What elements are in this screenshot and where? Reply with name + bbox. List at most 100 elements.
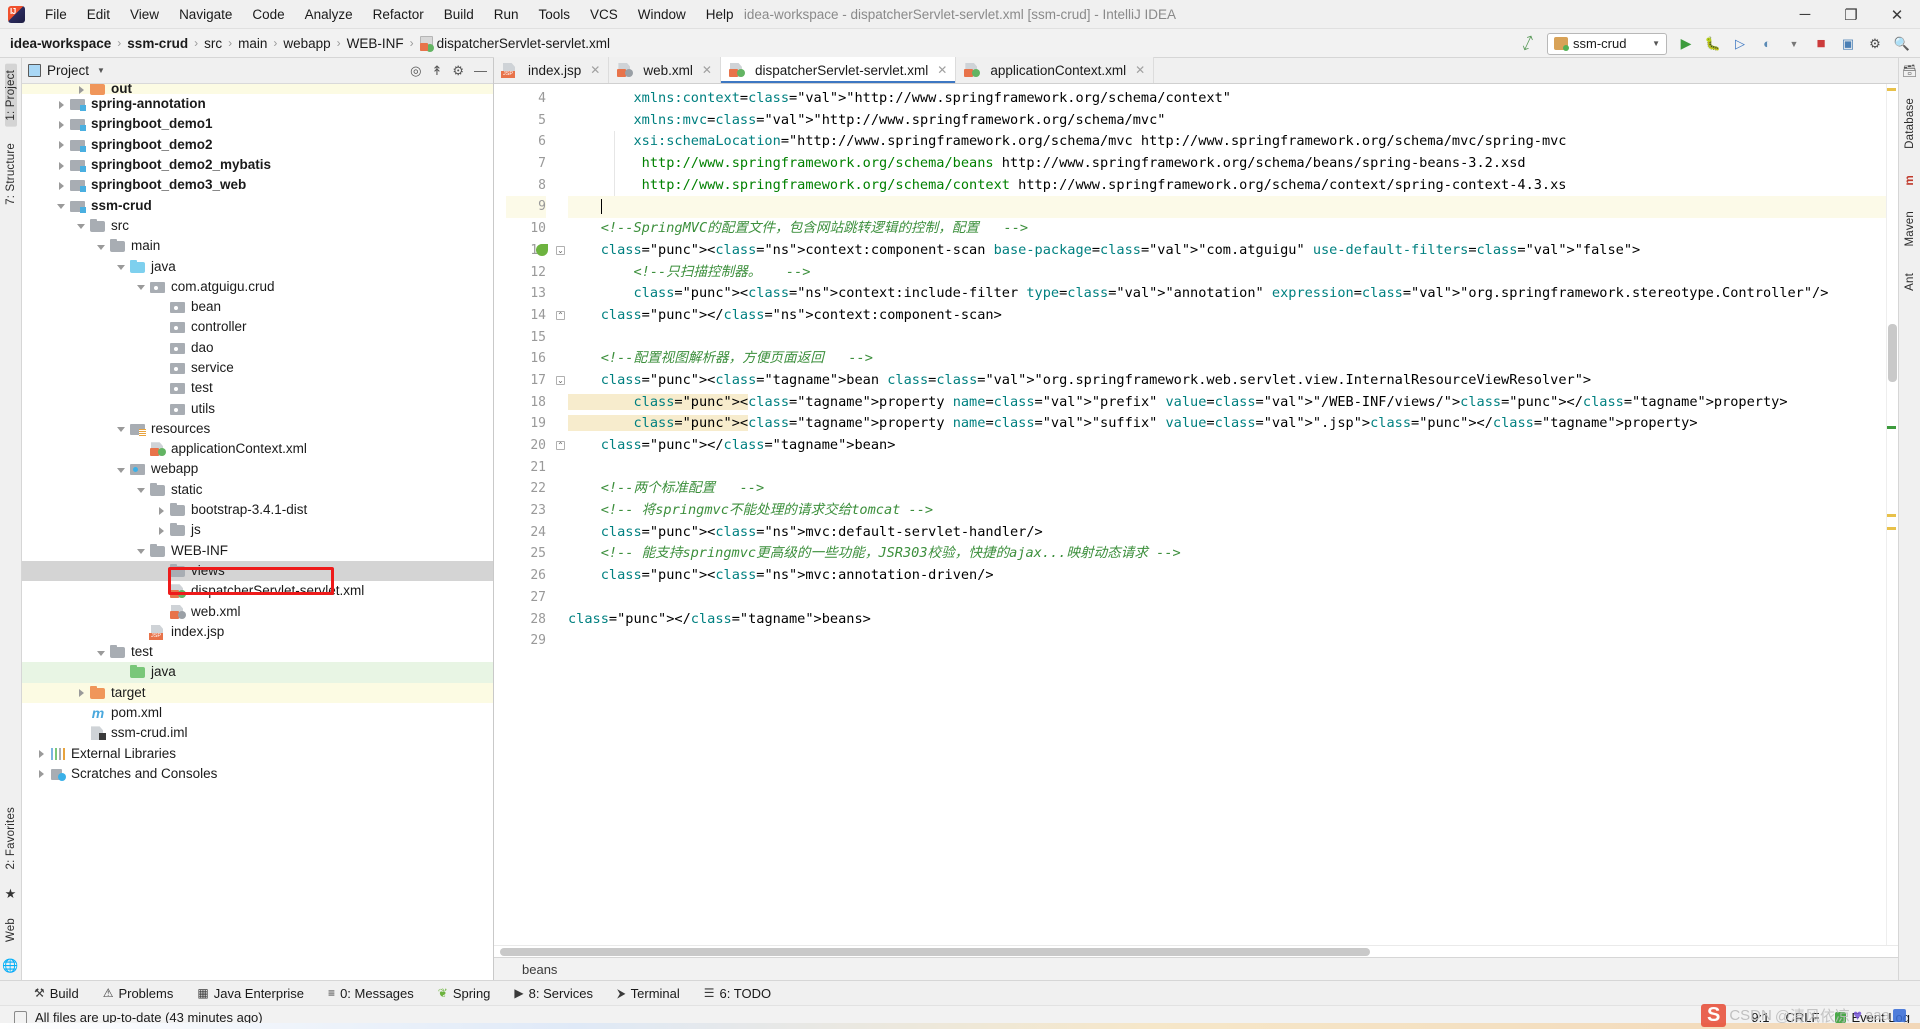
chevron-right-icon[interactable] <box>156 525 167 536</box>
run-button[interactable]: ▶ <box>1674 32 1698 56</box>
tree-node-ssm-crud[interactable]: ssm-crud <box>22 195 493 215</box>
tool-window-6-todo[interactable]: ☰ 6: TODO <box>692 986 783 1001</box>
chevron-right-icon[interactable] <box>56 180 67 191</box>
tree-node-out[interactable]: out <box>22 84 493 96</box>
tree-node-springboot-demo2-mybatis[interactable]: springboot_demo2_mybatis <box>22 155 493 175</box>
scrollbar-thumb[interactable] <box>1888 324 1897 382</box>
menu-tools[interactable]: Tools <box>529 4 581 25</box>
maximize-button[interactable]: ❐ <box>1828 0 1874 29</box>
editor-tab-applicationcontext-xml[interactable]: applicationContext.xml ✕ <box>956 57 1155 83</box>
code-line[interactable]: class="punc"><class="tagname">bean class… <box>568 370 1898 392</box>
menu-view[interactable]: View <box>120 4 169 25</box>
menu-file[interactable]: File <box>35 4 77 25</box>
update-project-icon[interactable]: ▣ <box>1836 32 1860 56</box>
chevron-down-icon[interactable] <box>76 220 87 231</box>
chevron-right-icon[interactable] <box>56 99 67 110</box>
tree-node-external-libraries[interactable]: External Libraries <box>22 744 493 764</box>
settings-gear-icon[interactable]: ⚙ <box>1863 32 1887 56</box>
tree-node-js[interactable]: js <box>22 520 493 540</box>
code-line[interactable]: xmlns:mvc=class="val">"http://www.spring… <box>568 110 1898 132</box>
tool-window-java-enterprise[interactable]: ▦ Java Enterprise <box>185 986 316 1001</box>
spring-bean-gutter-icon[interactable] <box>536 243 548 256</box>
chevron-right-icon[interactable] <box>56 160 67 171</box>
sidebar-item-web[interactable]: Web <box>5 912 17 948</box>
profile-button[interactable]: ◐ <box>1755 32 1779 56</box>
code-line[interactable] <box>568 196 1898 219</box>
code-line[interactable]: class="punc"><class="ns">mvc:annotation-… <box>568 565 1898 587</box>
tree-node-com-atguigu-crud[interactable]: com.atguigu.crud <box>22 277 493 297</box>
sidebar-item-ant[interactable]: Ant <box>1904 267 1916 297</box>
close-icon[interactable]: ✕ <box>590 63 600 77</box>
attach-profiler-button[interactable]: ▼ <box>1782 32 1806 56</box>
menu-analyze[interactable]: Analyze <box>295 4 363 25</box>
hide-panel-icon[interactable]: — <box>474 63 487 78</box>
tree-node-scratches-and-consoles[interactable]: Scratches and Consoles <box>22 764 493 784</box>
tree-node-bean[interactable]: bean <box>22 297 493 317</box>
editor-scrollbar[interactable] <box>1886 84 1898 945</box>
collapse-all-icon[interactable]: ↟ <box>431 63 442 79</box>
breadcrumb-item-webapp[interactable]: webapp <box>283 36 330 51</box>
sidebar-item-project[interactable]: 1: Project <box>4 64 17 127</box>
breadcrumb-item-src[interactable]: src <box>204 36 222 51</box>
chevron-down-icon[interactable] <box>136 281 147 292</box>
editor-tab-web-xml[interactable]: web.xml ✕ <box>609 57 721 83</box>
code-line[interactable]: class="punc"><class="tagname">property n… <box>568 392 1898 414</box>
code-line[interactable]: class="punc"><class="ns">context:include… <box>568 283 1898 305</box>
chevron-right-icon[interactable] <box>56 139 67 150</box>
tree-node-test[interactable]: test <box>22 642 493 662</box>
tree-node-java[interactable]: java <box>22 662 493 683</box>
menu-run[interactable]: Run <box>484 4 529 25</box>
chevron-right-icon[interactable] <box>36 768 47 779</box>
sidebar-item-maven[interactable]: Maven <box>1904 205 1916 253</box>
sidebar-item-structure[interactable]: 7: Structure <box>5 137 17 211</box>
tree-node-webapp[interactable]: webapp <box>22 459 493 479</box>
tool-window-terminal[interactable]: ⮞ Terminal <box>605 986 692 1001</box>
editor-tab-dispatcherservlet-servlet-xml[interactable]: dispatcherServlet-servlet.xml ✕ <box>720 57 957 83</box>
tree-node-src[interactable]: src <box>22 216 493 236</box>
fold-toggle-icon[interactable]: ⌃ <box>556 311 565 320</box>
tree-node-springboot-demo1[interactable]: springboot_demo1 <box>22 114 493 134</box>
stop-button[interactable]: ■ <box>1809 32 1833 56</box>
tree-node-dao[interactable]: dao <box>22 338 493 358</box>
code-line[interactable] <box>568 457 1898 479</box>
code-line[interactable] <box>568 630 1898 652</box>
fold-toggle-icon[interactable]: ⌄ <box>556 376 565 386</box>
tree-node-controller[interactable]: controller <box>22 317 493 337</box>
tool-window-problems[interactable]: ⚠ Problems <box>91 986 186 1001</box>
close-icon[interactable]: ✕ <box>1135 63 1145 77</box>
breadcrumb-item-main[interactable]: main <box>238 36 267 51</box>
menu-help[interactable]: Help <box>696 4 744 25</box>
menu-navigate[interactable]: Navigate <box>169 4 242 25</box>
menu-code[interactable]: Code <box>242 4 294 25</box>
tree-node-dispatcherservlet-servlet-xml[interactable]: dispatcherServlet-servlet.xml <box>22 581 493 601</box>
code-line[interactable] <box>568 327 1898 349</box>
fold-toggle-icon[interactable]: ⌄ <box>556 245 565 255</box>
locate-target-icon[interactable]: ◎ <box>410 63 421 79</box>
search-everywhere-icon[interactable]: 🔍 <box>1890 32 1914 56</box>
code-line[interactable]: <!--两个标准配置 --> <box>568 478 1898 500</box>
breadcrumb-item-web-inf[interactable]: WEB-INF <box>347 36 404 51</box>
tree-node-static[interactable]: static <box>22 480 493 500</box>
chevron-down-icon[interactable] <box>116 261 127 272</box>
chevron-right-icon[interactable] <box>156 505 167 516</box>
code-line[interactable]: http://www.springframework.org/schema/be… <box>568 153 1898 175</box>
code-content[interactable]: xmlns:context=class="val">"http://www.sp… <box>568 84 1898 945</box>
tree-node-target[interactable]: target <box>22 682 493 703</box>
code-line[interactable]: <!--SpringMVC的配置文件，包含网站跳转逻辑的控制，配置 --> <box>568 218 1898 240</box>
chevron-right-icon[interactable] <box>36 748 47 759</box>
chevron-down-icon[interactable] <box>116 423 127 434</box>
run-configuration-selector[interactable]: ssm-crud ▼ <box>1547 32 1667 55</box>
code-line[interactable]: xmlns:context=class="val">"http://www.sp… <box>568 88 1898 110</box>
tree-node-main[interactable]: main <box>22 236 493 256</box>
chevron-right-icon[interactable] <box>76 84 87 95</box>
code-line[interactable]: class="punc"><class="tagname">property n… <box>568 413 1898 435</box>
tree-node-applicationcontext-xml[interactable]: applicationContext.xml <box>22 439 493 459</box>
breadcrumb-item-ssm-crud[interactable]: ssm-crud <box>127 36 188 51</box>
menu-refactor[interactable]: Refactor <box>363 4 434 25</box>
tree-node-index-jsp[interactable]: index.jsp <box>22 622 493 642</box>
tree-node-views[interactable]: views <box>22 560 493 582</box>
code-line[interactable]: http://www.springframework.org/schema/co… <box>568 175 1898 197</box>
menu-vcs[interactable]: VCS <box>580 4 628 25</box>
breadcrumb-item-dispatcherservlet-servlet-xml[interactable]: dispatcherServlet-servlet.xml <box>419 35 610 52</box>
horizontal-scrollbar[interactable] <box>494 945 1898 957</box>
